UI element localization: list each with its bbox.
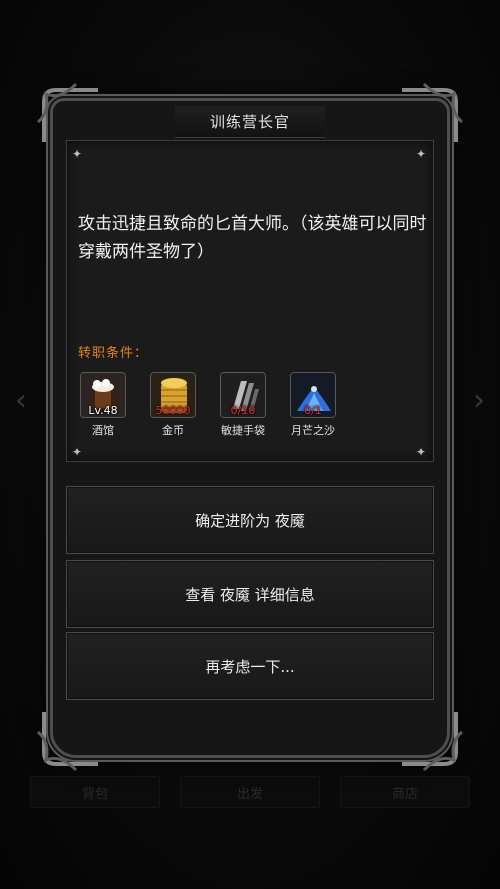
requirement-count: 0/10 <box>230 404 256 417</box>
sparkle-icon: ✦ <box>416 445 427 459</box>
background-tab-bag: 背包 <box>30 776 160 808</box>
background-tab-depart: 出发 <box>180 776 320 808</box>
reconsider-button[interactable]: 再考虑一下... <box>66 632 434 700</box>
requirement-name: 金币 <box>162 424 184 437</box>
requirement-name: 敏捷手袋 <box>221 424 265 437</box>
screen: ‹ › 背包 出发 商店 训练营长官 ✦ ✦ ✦ ✦ 攻击迅捷且致命的匕首大师。… <box>0 0 500 889</box>
background-tab-shop: 商店 <box>340 776 470 808</box>
requirement-agility-glove[interactable]: 0/10 敏捷手袋 <box>208 372 278 442</box>
left-arrow-icon[interactable]: ‹ <box>6 370 36 430</box>
requirement-name: 酒馆 <box>92 424 114 437</box>
confirm-promotion-button[interactable]: 确定进阶为 夜魇 <box>66 486 434 554</box>
requirement-count: Lv.48 <box>88 404 118 417</box>
class-description: 攻击迅捷且致命的匕首大师。（该英雄可以同时穿戴两件圣物了） <box>78 214 427 262</box>
sparkle-icon: ✦ <box>72 147 83 161</box>
requirements-label: 转职条件： <box>78 346 149 361</box>
requirement-name: 月芒之沙 <box>291 424 335 437</box>
requirement-gold[interactable]: 50000 金币 <box>138 372 208 442</box>
requirement-moonlight-sand[interactable]: 0/1 月芒之沙 <box>278 372 348 442</box>
right-arrow-icon[interactable]: › <box>464 370 494 430</box>
dialog-title: 训练营长官 <box>175 106 325 138</box>
requirement-count: 0/1 <box>304 404 322 417</box>
requirement-tavern[interactable]: Lv.48 酒馆 <box>68 372 138 442</box>
sparkle-icon: ✦ <box>72 445 83 459</box>
sparkle-icon: ✦ <box>416 147 427 161</box>
view-details-button[interactable]: 查看 夜魇 详细信息 <box>66 560 434 628</box>
requirement-count: 50000 <box>155 404 191 417</box>
